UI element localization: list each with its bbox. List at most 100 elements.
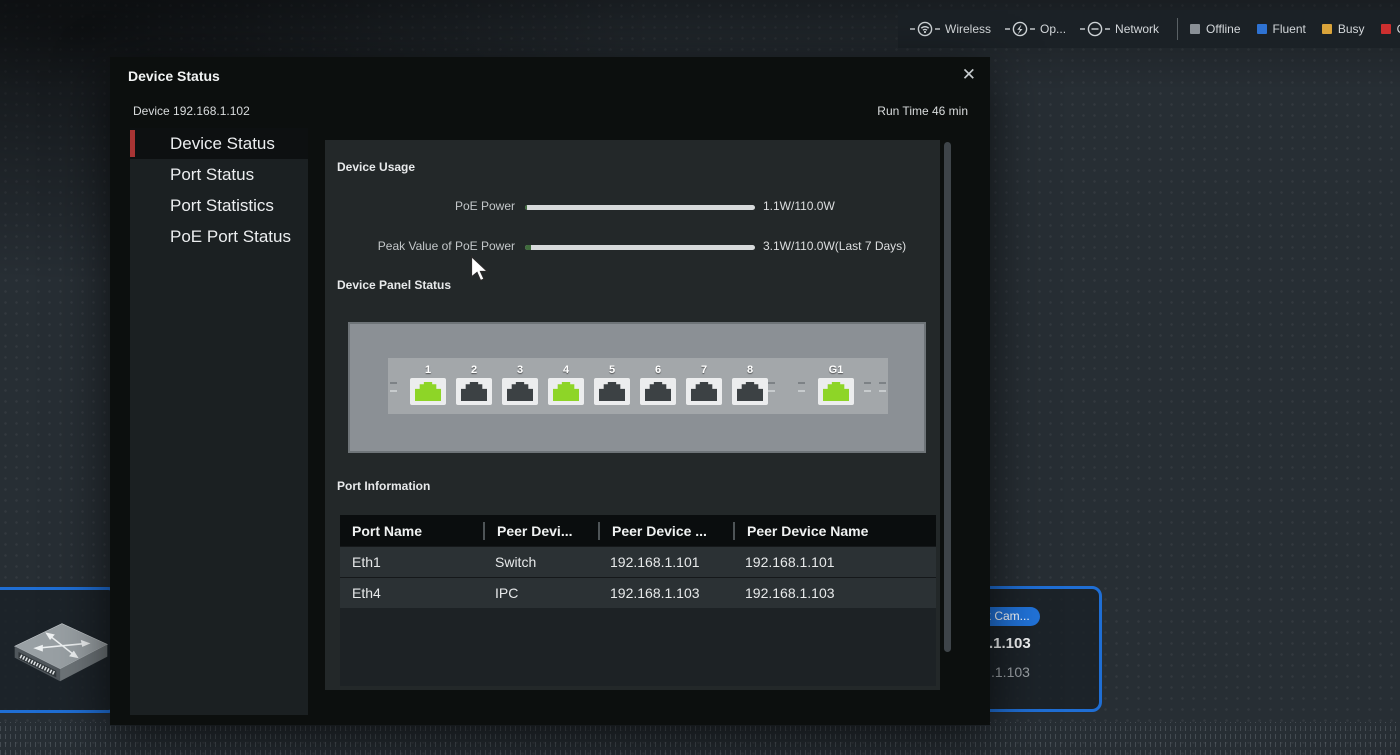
legend-link-op: Op... [1005, 20, 1066, 38]
status-color-swatch [1381, 24, 1391, 34]
legend-status-offline: Offline [1190, 22, 1240, 36]
wireless-link-icon [910, 20, 945, 38]
rj45-jack-icon [599, 382, 625, 401]
sidebar-item-label: Device Status [170, 134, 275, 153]
table-header-row: Port NamePeer Devi...Peer Device ...Peer… [340, 515, 936, 546]
legend-link-label: Wireless [945, 22, 991, 36]
panel-tick [390, 382, 397, 392]
port-jack-tile [818, 378, 854, 405]
sidebar-item-port-statistics[interactable]: Port Statistics [130, 190, 308, 221]
rj45-jack-icon [737, 382, 763, 401]
column-header-4: Peer Device Name [733, 522, 936, 540]
port-jack-tile [732, 378, 768, 405]
legend-link-wireless: Wireless [910, 20, 991, 38]
status-color-swatch [1257, 24, 1267, 34]
meter-bar-fill [525, 205, 527, 210]
switch-illustration-icon [9, 610, 113, 692]
meter-bar [525, 205, 755, 210]
rj45-jack-active-icon [415, 382, 441, 401]
port-jack-tile [640, 378, 676, 405]
meter-bar-fill [525, 245, 531, 250]
port-8: 8 [732, 363, 768, 405]
link-status-legend: Offline Fluent Busy C [1190, 22, 1400, 36]
active-item-marker [130, 130, 135, 157]
table-cell: Eth1 [340, 554, 483, 570]
legend-status-label: Fluent [1273, 22, 1306, 36]
panel-tick [879, 382, 886, 392]
legend-status-c: C [1381, 22, 1400, 36]
panel-tick [798, 382, 805, 392]
sidebar-item-device-status[interactable]: Device Status [130, 128, 308, 159]
port-strip: 12345678G1 [388, 358, 888, 414]
sidebar-item-port-status[interactable]: Port Status [130, 159, 308, 190]
device-status-dialog: Device Status ✕ Device 192.168.1.102 Run… [110, 57, 990, 725]
grid-pattern-strip [0, 722, 1400, 755]
section-title-device-panel: Device Panel Status [337, 278, 451, 292]
table-cell: 192.168.1.103 [733, 585, 936, 601]
optical-link-icon [1005, 20, 1040, 38]
column-header-2: Peer Devi... [483, 522, 598, 540]
port-information-table: Port NamePeer Devi...Peer Device ...Peer… [340, 515, 936, 686]
table-cell: Eth4 [340, 585, 483, 601]
panel-tick [864, 382, 871, 392]
rj45-jack-icon [645, 382, 671, 401]
rj45-jack-active-icon [823, 382, 849, 401]
rj45-jack-active-icon [553, 382, 579, 401]
table-row[interactable]: Eth4IPC192.168.1.103192.168.1.103 [340, 577, 936, 608]
table-row[interactable]: Eth1Switch192.168.1.101192.168.1.101 [340, 546, 936, 577]
port-number-label: 5 [594, 363, 630, 378]
legend-status-label: Busy [1338, 22, 1365, 36]
port-number-label: 4 [548, 363, 584, 378]
run-time-label: Run Time 46 min [877, 104, 968, 118]
table-cell: 192.168.1.103 [598, 585, 733, 601]
vertical-scrollbar[interactable] [944, 142, 951, 652]
column-header-3: Peer Device ... [598, 522, 733, 540]
port-number-label: 6 [640, 363, 676, 378]
table-cell: 192.168.1.101 [733, 554, 936, 570]
rj45-jack-icon [461, 382, 487, 401]
dialog-title: Device Status [128, 68, 220, 84]
legend-link-network: Network [1080, 20, 1159, 38]
port-4: 4 [548, 363, 584, 405]
port-jack-tile [548, 378, 584, 405]
rj45-jack-icon [507, 382, 533, 401]
port-3: 3 [502, 363, 538, 405]
port-jack-tile [686, 378, 722, 405]
sidebar-item-label: Port Statistics [170, 196, 274, 215]
usage-meter-row: PoE Power1.1W/110.0W [325, 197, 925, 217]
section-title-port-information: Port Information [337, 479, 430, 493]
topology-node-switch[interactable] [0, 587, 118, 713]
legend-link-label: Network [1115, 22, 1159, 36]
dialog-content: Device Usage PoE Power1.1W/110.0WPeak Va… [325, 140, 940, 690]
link-type-legend: Wireless Op... Network [910, 20, 1173, 38]
sidebar-item-poe-port-status[interactable]: PoE Port Status [130, 221, 308, 252]
port-number-label: 7 [686, 363, 722, 378]
switch-panel-graphic: 12345678G1 [348, 322, 926, 453]
panel-tick [768, 382, 775, 392]
port-jack-tile [410, 378, 446, 405]
topology-desktop: WirelessOp...Network OfflineFluentBusyC … [0, 0, 1400, 755]
port-number-label: 1 [410, 363, 446, 378]
meter-bar [525, 245, 755, 250]
table-cell: 192.168.1.101 [598, 554, 733, 570]
network-link-icon [1080, 20, 1115, 38]
close-icon[interactable]: ✕ [962, 65, 976, 85]
legend-bar: Wireless Op... Network Offline Fluent Busy C [898, 10, 1400, 48]
port-number-label: 8 [732, 363, 768, 378]
table-body: Eth1Switch192.168.1.101192.168.1.101Eth4… [340, 546, 936, 608]
meter-label: PoE Power [325, 199, 515, 213]
port-7: 7 [686, 363, 722, 405]
legend-status-fluent: Fluent [1257, 22, 1306, 36]
legend-divider [1177, 18, 1178, 40]
table-cell: Switch [483, 554, 598, 570]
port-1: 1 [410, 363, 446, 405]
port-5: 5 [594, 363, 630, 405]
port-jack-tile [502, 378, 538, 405]
port-jack-tile [456, 378, 492, 405]
device-ip-label: Device 192.168.1.102 [133, 104, 250, 118]
legend-status-label: C [1397, 22, 1400, 36]
sidebar-item-label: PoE Port Status [170, 227, 291, 246]
meter-value: 3.1W/110.0W(Last 7 Days) [763, 239, 906, 253]
section-title-device-usage: Device Usage [337, 160, 415, 174]
status-color-swatch [1322, 24, 1332, 34]
